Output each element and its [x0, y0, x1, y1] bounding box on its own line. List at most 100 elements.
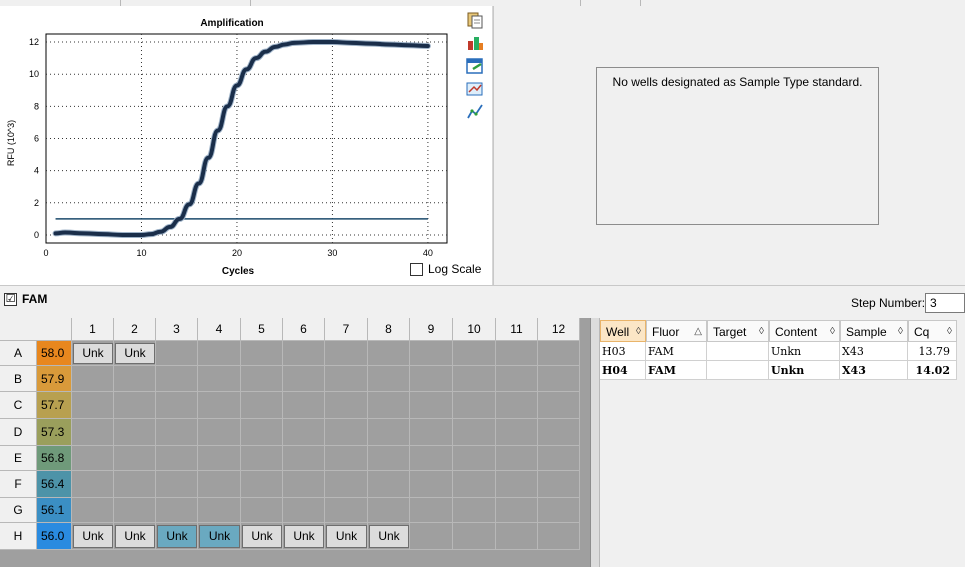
- well-content-button[interactable]: Unk: [73, 343, 113, 364]
- plate-well[interactable]: [496, 471, 538, 498]
- plate-well[interactable]: [496, 392, 538, 419]
- plate-well[interactable]: [368, 498, 410, 523]
- plate-well[interactable]: [410, 498, 453, 523]
- plate-well[interactable]: [283, 392, 325, 419]
- plate-well[interactable]: [538, 366, 580, 392]
- sort-icon[interactable]: ◊: [830, 321, 835, 343]
- column-header-content[interactable]: Content ◊: [769, 320, 840, 342]
- plate-well[interactable]: [538, 341, 580, 366]
- plate-well[interactable]: [156, 341, 198, 366]
- column-header-well[interactable]: Well ◊: [600, 320, 646, 342]
- plate-well[interactable]: [410, 419, 453, 446]
- plate-well[interactable]: [241, 498, 283, 523]
- plate-well[interactable]: [325, 471, 368, 498]
- plate-well[interactable]: [198, 498, 241, 523]
- plate-row-header[interactable]: E: [0, 446, 37, 471]
- plate-well[interactable]: [410, 392, 453, 419]
- plate-column-header[interactable]: 10: [453, 318, 496, 341]
- plate-column-header[interactable]: 9: [410, 318, 453, 341]
- plate-well[interactable]: [410, 446, 453, 471]
- step-number-select[interactable]: 3: [925, 293, 965, 313]
- plate-column-header[interactable]: 3: [156, 318, 198, 341]
- plate-well[interactable]: [325, 341, 368, 366]
- plate-well[interactable]: [198, 366, 241, 392]
- plate-well[interactable]: [453, 446, 496, 471]
- plate-well[interactable]: [114, 419, 156, 446]
- well-content-button[interactable]: Unk: [242, 525, 282, 548]
- sort-icon[interactable]: ◊: [759, 321, 764, 343]
- well-content-button[interactable]: Unk: [369, 525, 409, 548]
- plate-row-header[interactable]: F: [0, 471, 37, 498]
- plate-well[interactable]: [538, 523, 580, 550]
- plate-well[interactable]: [156, 419, 198, 446]
- plate-well[interactable]: [538, 498, 580, 523]
- sort-icon[interactable]: ◊: [898, 321, 903, 343]
- plate-well[interactable]: [410, 471, 453, 498]
- plate-row-header[interactable]: G: [0, 498, 37, 523]
- well-content-button[interactable]: Unk: [73, 525, 113, 548]
- plate-well[interactable]: [72, 498, 114, 523]
- plate-well[interactable]: [283, 471, 325, 498]
- plate-well[interactable]: [241, 392, 283, 419]
- plate-well[interactable]: [325, 446, 368, 471]
- plate-row-header[interactable]: D: [0, 419, 37, 446]
- plate-well[interactable]: [114, 366, 156, 392]
- plate-well[interactable]: [368, 341, 410, 366]
- plate-well[interactable]: [453, 392, 496, 419]
- plate-well[interactable]: [241, 419, 283, 446]
- plate-row-header[interactable]: H: [0, 523, 37, 550]
- plate-well[interactable]: [496, 523, 538, 550]
- copy-icon[interactable]: [465, 10, 485, 30]
- fam-checkbox[interactable]: ☑: [4, 293, 17, 306]
- plate-well[interactable]: [538, 419, 580, 446]
- plate-well[interactable]: [325, 392, 368, 419]
- plate-well[interactable]: [156, 498, 198, 523]
- plate-row-header[interactable]: A: [0, 341, 37, 366]
- plate-well[interactable]: [453, 471, 496, 498]
- plate-well[interactable]: [114, 446, 156, 471]
- zoom-icon[interactable]: [465, 79, 485, 99]
- plate-row-header[interactable]: C: [0, 392, 37, 419]
- plate-column-header[interactable]: 12: [538, 318, 580, 341]
- well-content-button[interactable]: Unk: [157, 525, 197, 548]
- plate-column-header[interactable]: 8: [368, 318, 410, 341]
- table-row[interactable]: H03 FAM Unkn X43 13.79: [600, 342, 965, 361]
- plate-column-header[interactable]: 11: [496, 318, 538, 341]
- plate-well[interactable]: [368, 392, 410, 419]
- plate-well[interactable]: [496, 419, 538, 446]
- plate-column-header[interactable]: 2: [114, 318, 156, 341]
- plate-well[interactable]: [283, 341, 325, 366]
- log-scale-toggle[interactable]: Log Scale: [410, 262, 481, 276]
- plate-column-header[interactable]: 1: [72, 318, 114, 341]
- plate-well[interactable]: [538, 471, 580, 498]
- well-content-button[interactable]: Unk: [199, 525, 240, 548]
- plate-well[interactable]: [241, 446, 283, 471]
- well-content-button[interactable]: Unk: [284, 525, 324, 548]
- plate-well[interactable]: [325, 498, 368, 523]
- plate-well[interactable]: [368, 471, 410, 498]
- column-header-target[interactable]: Target ◊: [707, 320, 769, 342]
- plate-well[interactable]: [198, 471, 241, 498]
- plate-column-header[interactable]: 6: [283, 318, 325, 341]
- well-content-button[interactable]: Unk: [326, 525, 367, 548]
- plate-well[interactable]: [156, 392, 198, 419]
- plate-well[interactable]: [241, 471, 283, 498]
- column-header-cq[interactable]: Cq ◊: [908, 320, 957, 342]
- plate-well[interactable]: [72, 366, 114, 392]
- plate-well[interactable]: [453, 341, 496, 366]
- plate-well[interactable]: [410, 523, 453, 550]
- plate-column-header[interactable]: 5: [241, 318, 283, 341]
- plate-well[interactable]: [410, 341, 453, 366]
- plate-well[interactable]: [496, 498, 538, 523]
- column-header-fluor[interactable]: Fluor △: [646, 320, 707, 342]
- plate-well[interactable]: [410, 366, 453, 392]
- column-header-sample[interactable]: Sample ◊: [840, 320, 908, 342]
- plate-well[interactable]: [72, 419, 114, 446]
- amplification-chart[interactable]: Amplification 0 2 4 6 8 10 12 0 10 20 30 40 Cycles…: [0, 6, 493, 285]
- well-content-button[interactable]: Unk: [115, 343, 155, 364]
- export-icon[interactable]: [465, 33, 485, 53]
- plate-well[interactable]: [283, 446, 325, 471]
- plate-well[interactable]: [325, 366, 368, 392]
- plate-well[interactable]: [283, 419, 325, 446]
- plate-well[interactable]: [325, 419, 368, 446]
